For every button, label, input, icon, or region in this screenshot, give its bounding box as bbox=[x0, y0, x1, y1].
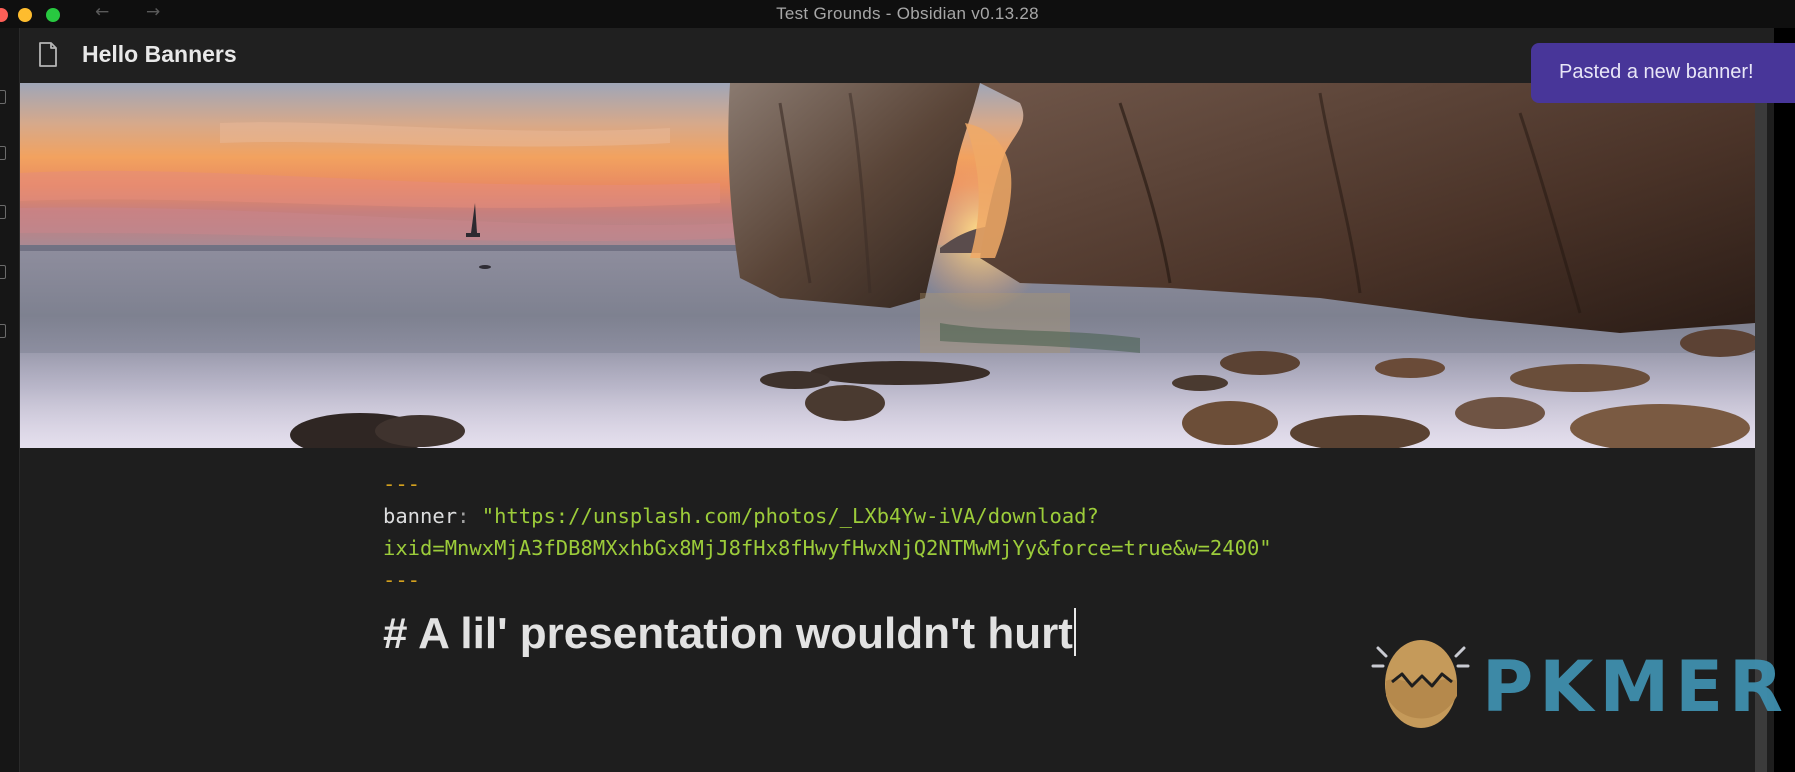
heading-text: # A lil' presentation wouldn't hurt bbox=[383, 609, 1073, 658]
banner-image[interactable] bbox=[20, 83, 1755, 448]
note-title[interactable]: Hello Banners bbox=[82, 41, 237, 68]
text-cursor bbox=[1073, 608, 1076, 656]
frontmatter-start: --- bbox=[383, 472, 421, 496]
notice-text: Pasted a new banner! bbox=[1559, 61, 1754, 83]
title-bar: ← → Test Grounds - Obsidian v0.13.28 bbox=[0, 0, 1795, 28]
plugin-icon[interactable] bbox=[0, 324, 6, 338]
editor-content[interactable]: --- banner: "https://unsplash.com/photos… bbox=[383, 468, 1683, 662]
window-title: Test Grounds - Obsidian v0.13.28 bbox=[776, 4, 1039, 23]
search-icon[interactable] bbox=[0, 146, 6, 160]
frontmatter-colon: : bbox=[457, 504, 482, 528]
frontmatter-key: banner bbox=[383, 504, 458, 528]
pkmer-watermark-text: PKMER bbox=[1482, 646, 1789, 728]
left-ribbon bbox=[0, 28, 20, 772]
frontmatter-value-part-2: ixid=MnwxMjA3fDB8MXxhbGx8MjJ8fHx8fHwyfHw… bbox=[383, 536, 1272, 560]
pkmer-watermark: PKMER bbox=[1370, 636, 1783, 736]
file-icon bbox=[39, 42, 57, 67]
frontmatter-end: --- bbox=[383, 568, 421, 592]
banner-landscape bbox=[20, 83, 1755, 448]
frontmatter-banner-line: banner: "https://unsplash.com/photos/_LX… bbox=[383, 500, 1683, 532]
pkmer-egg-logo-icon bbox=[1371, 640, 1470, 728]
frontmatter-value-part-1: "https://unsplash.com/photos/_LXb4Yw-iVA… bbox=[481, 504, 1099, 528]
file-explorer-icon[interactable] bbox=[0, 90, 6, 104]
note-header: Hello Banners bbox=[20, 28, 1774, 83]
graph-icon[interactable] bbox=[0, 205, 6, 219]
notice-toast[interactable]: Pasted a new banner! bbox=[1531, 43, 1795, 103]
calendar-icon[interactable] bbox=[0, 265, 6, 279]
